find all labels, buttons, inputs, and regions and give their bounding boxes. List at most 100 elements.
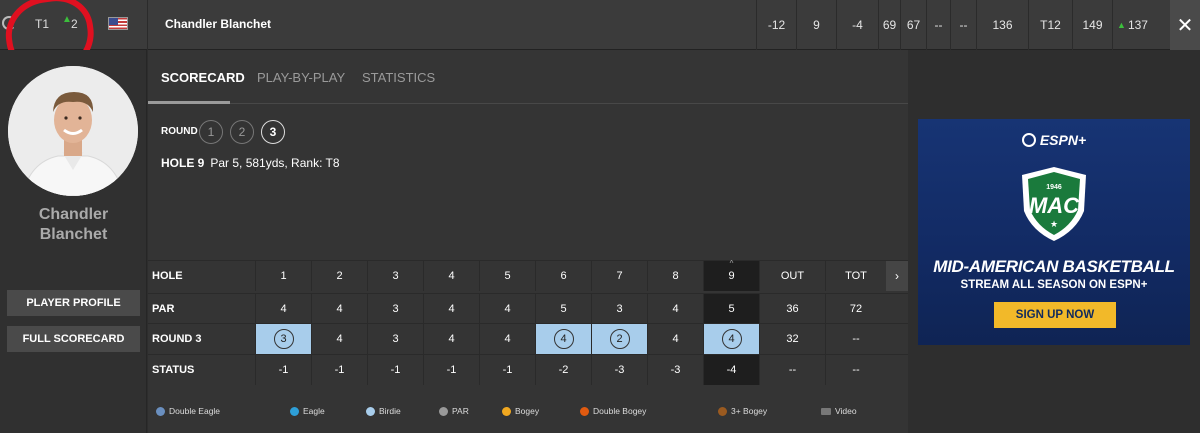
score-value: -- <box>852 333 860 345</box>
score-cell: -1 <box>367 355 423 385</box>
score-value: -1 <box>390 364 401 376</box>
player-name-header[interactable]: Chandler Blanchet <box>165 17 271 31</box>
score-cell: 4 <box>479 294 535 324</box>
score-value: 32 <box>786 333 799 345</box>
score-value: 4 <box>448 333 455 345</box>
score-cell: 3 <box>367 294 423 324</box>
score-value: 4 <box>672 303 679 315</box>
legend-dot-icon <box>439 406 448 416</box>
row-label: ROUND 3 <box>152 333 202 345</box>
score-cell: 4 <box>535 324 591 354</box>
score-cell: 36 <box>759 294 825 324</box>
espn-plus-logo: ESPN+ <box>1014 129 1094 151</box>
score-cell: 32 <box>759 324 825 354</box>
score-value: 9 <box>728 270 735 282</box>
score-cell[interactable]: 1 <box>255 261 311 291</box>
stat-cell: -- <box>950 0 976 50</box>
score-value: 6 <box>560 270 567 282</box>
score-value: -1 <box>502 364 513 376</box>
score-cell: -- <box>825 324 886 354</box>
score-cell: 5 <box>535 294 591 324</box>
player-panel: Chandler Blanchet PLAYER PROFILE FULL SC… <box>0 50 147 433</box>
score-cell[interactable]: 8 <box>647 261 703 291</box>
stat-cell: -4 <box>836 0 878 50</box>
score-cell[interactable]: 3 <box>367 261 423 291</box>
score-cell: -3 <box>647 355 703 385</box>
selected-hole-caret-icon: ^ <box>729 259 734 268</box>
score-value: 3 <box>392 270 399 282</box>
espn-ad-banner[interactable]: ESPN+ 1946 MAC ★ MID-AMERICAN BASKETBALL… <box>918 119 1190 345</box>
video-icon <box>821 407 831 415</box>
player-photo <box>8 66 138 196</box>
stat-value: 136 <box>992 18 1013 32</box>
score-cell[interactable]: 5 <box>479 261 535 291</box>
mac-text: MAC <box>1029 193 1080 218</box>
score-value: OUT <box>780 270 805 282</box>
score-value: 5 <box>728 303 735 315</box>
round-1-button[interactable]: 1 <box>199 120 223 144</box>
legend-dot-icon <box>290 406 299 416</box>
score-value: 72 <box>849 303 863 315</box>
stat-value: 69 <box>882 18 897 32</box>
score-value: -- <box>852 364 860 376</box>
round-2-button[interactable]: 2 <box>230 120 254 144</box>
legend-label: Double Eagle <box>169 406 221 416</box>
score-cell: 2 <box>591 324 647 354</box>
position-block: T1 ▲ 2 <box>0 0 147 82</box>
round-3-button[interactable]: 3 <box>261 120 285 144</box>
close-icon[interactable]: ✕ <box>1170 0 1200 50</box>
full-scorecard-button[interactable]: FULL SCORECARD <box>7 326 140 352</box>
stat-value: 67 <box>906 18 921 32</box>
score-value: 3 <box>392 333 399 345</box>
stat-cell: 149 <box>1072 0 1112 50</box>
score-value: 3 <box>392 303 399 315</box>
svg-text:★: ★ <box>1050 220 1058 230</box>
score-cell[interactable]: 4 <box>423 261 479 291</box>
tab-statistics[interactable]: STATISTICS <box>362 70 435 85</box>
tab-play-by-play[interactable]: PLAY-BY-PLAY <box>257 70 345 85</box>
round-label: ROUND <box>161 126 198 137</box>
scorecard-row-status: STATUS -1 -1 -1 -1 -1 -2 -3 -3 -4 -- -- <box>148 354 908 385</box>
score-cell: 72 <box>825 294 886 324</box>
chevron-right-icon[interactable]: › <box>886 261 908 291</box>
score-cell: 3 <box>591 294 647 324</box>
score-value: 8 <box>672 270 679 282</box>
row-label: HOLE <box>152 270 183 282</box>
stat-cell: 69 <box>878 0 900 50</box>
legend-dot-icon <box>580 406 589 416</box>
score-cell: -1 <box>255 355 311 385</box>
stat-cell: 136 <box>976 0 1028 50</box>
scorecard-row-round3: ROUND 3 3 4 3 4 4 4 2 4 4 32 -- <box>148 323 908 354</box>
score-legend: Double Eagle Eagle Birdie PAR Bogey Double Bo… <box>148 402 908 422</box>
score-cell[interactable]: 7 <box>591 261 647 291</box>
score-cell[interactable]: 6 <box>535 261 591 291</box>
legend-item: Double Bogey <box>580 406 646 416</box>
stat-value: 137 <box>1127 18 1148 32</box>
scorecard-panel: SCORECARD PLAY-BY-PLAY STATISTICS ROUND … <box>148 50 908 433</box>
score-value: 4 <box>504 303 511 315</box>
score-cell: 3 <box>367 324 423 354</box>
score-cell[interactable]: 9 ^ <box>703 259 759 291</box>
score-cell[interactable]: TOT <box>825 261 886 291</box>
legend-item: Bogey <box>502 406 539 416</box>
score-value: 4 <box>672 333 679 345</box>
leaderboard-row[interactable]: T1 ▲ 2 Chandler Blanchet -12 9 -4 69 67 -- -- 1… <box>0 0 1200 82</box>
score-cell: -1 <box>311 355 367 385</box>
legend-dot-icon <box>156 406 165 416</box>
legend-label: Birdie <box>379 406 401 416</box>
score-cell[interactable]: 2 <box>311 261 367 291</box>
score-value: 4 <box>280 303 287 315</box>
sign-up-button[interactable]: SIGN UP NOW <box>994 302 1116 328</box>
score-value: -1 <box>334 364 345 376</box>
player-first-name: Chandler <box>38 206 109 223</box>
player-profile-button[interactable]: PLAYER PROFILE <box>7 290 140 316</box>
score-value: TOT <box>845 270 867 282</box>
stat-value: 9 <box>813 18 820 32</box>
legend-label: Eagle <box>303 406 325 416</box>
score-cell: 4 <box>311 324 367 354</box>
score-cell: 4 <box>423 324 479 354</box>
score-value: 1 <box>280 270 287 282</box>
birdie-marker: 3 <box>273 329 294 349</box>
score-cell[interactable]: OUT <box>759 261 825 291</box>
tab-scorecard[interactable]: SCORECARD <box>161 70 245 85</box>
